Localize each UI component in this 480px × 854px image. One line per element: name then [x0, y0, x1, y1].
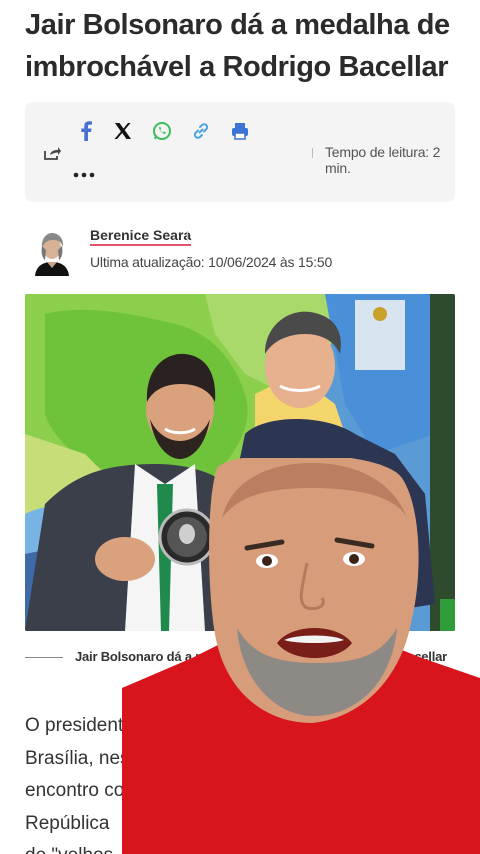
- share-icon[interactable]: [41, 142, 63, 164]
- print-icon[interactable]: [229, 120, 251, 142]
- divider: [187, 231, 188, 241]
- body-line: encontro co: [25, 780, 125, 801]
- presenter-video-overlay: [122, 458, 480, 854]
- body-line: Brasília, nes: [25, 747, 130, 769]
- body-line: de "velhos: [25, 840, 130, 854]
- read-time: Tempo de leitura: 2 min.: [325, 144, 441, 176]
- body-line: República: [25, 812, 110, 834]
- caption-divider: [25, 657, 63, 658]
- facebook-icon[interactable]: [75, 120, 97, 142]
- share-toolbar: Tempo de leitura: 2 min.: [25, 102, 455, 202]
- link-icon[interactable]: [190, 120, 212, 142]
- article-headline: Jair Bolsonaro dá a medalha de imbrocháv…: [25, 4, 465, 88]
- updated-timestamp: Ultima atualização: 10/06/2024 às 15:50: [90, 254, 333, 270]
- whatsapp-icon[interactable]: [151, 120, 173, 142]
- headline-line-2: imbrochável a Rodrigo Bacellar: [25, 51, 449, 83]
- article-body: O president Brasília, nes encontro co Re…: [25, 710, 130, 854]
- author-name-link[interactable]: Berenice Seara: [90, 227, 192, 246]
- body-line: O president: [25, 715, 124, 736]
- x-icon[interactable]: [112, 120, 134, 142]
- author-avatar[interactable]: [31, 226, 73, 276]
- divider: [312, 148, 313, 158]
- headline-line-1: Jair Bolsonaro dá a medalha de: [25, 9, 450, 41]
- more-icon[interactable]: [73, 164, 95, 186]
